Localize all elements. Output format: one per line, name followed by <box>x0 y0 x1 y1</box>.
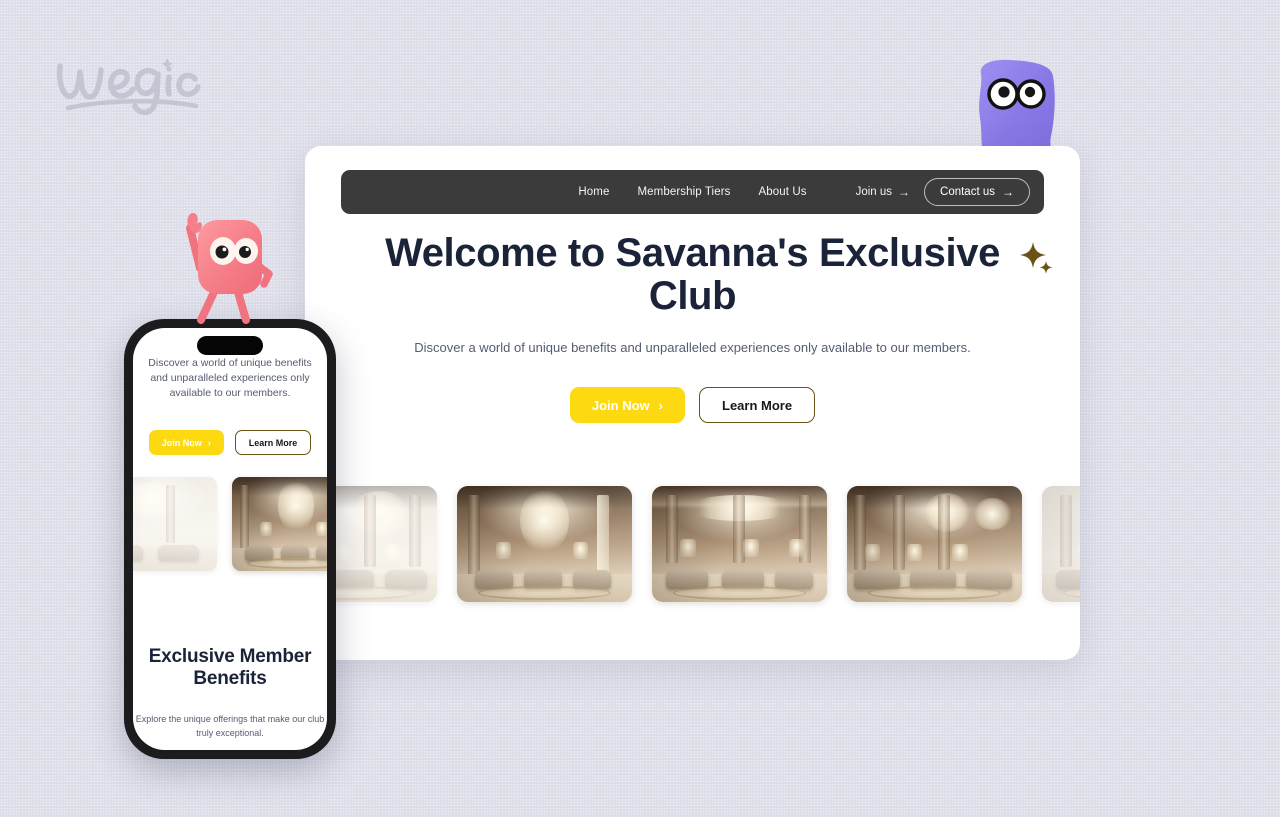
page-background: Home Membership Tiers About Us Join us →… <box>0 0 1280 817</box>
carousel-slide[interactable] <box>652 486 827 602</box>
hero-title-wrap: Welcome to Savanna's Exclusive Club <box>363 231 1052 319</box>
page-title: Welcome to Savanna's Exclusive Club <box>385 231 1000 319</box>
luxury-interior-image <box>847 486 1022 602</box>
phone-join-now-button[interactable]: Join Now › <box>148 430 224 455</box>
sparkle-icon <box>1017 238 1057 278</box>
wegic-logo <box>48 44 208 116</box>
hero-section: Welcome to Savanna's Exclusive Club Disc… <box>305 231 1080 424</box>
phone-join-now-label: Join Now <box>161 437 202 448</box>
nav-link-home[interactable]: Home <box>578 186 609 198</box>
contact-us-label: Contact us <box>940 186 995 198</box>
site-navbar: Home Membership Tiers About Us Join us →… <box>341 170 1044 214</box>
image-carousel[interactable] <box>305 484 1080 604</box>
phone-learn-more-button[interactable]: Learn More <box>234 430 312 455</box>
dynamic-island <box>197 336 263 355</box>
phone-image-carousel[interactable] <box>133 476 327 572</box>
nav-link-membership-tiers[interactable]: Membership Tiers <box>637 186 730 198</box>
luxury-interior-image <box>1042 486 1080 602</box>
hero-cta-group: Join Now › Learn More <box>305 387 1080 424</box>
learn-more-label: Learn More <box>722 397 793 413</box>
arrow-right-icon: → <box>1002 185 1014 199</box>
carousel-slide[interactable] <box>457 486 632 602</box>
hero-subtitle: Discover a world of unique benefits and … <box>414 340 971 356</box>
carousel-slide[interactable] <box>232 477 327 571</box>
phone-cta-group: Join Now › Learn More <box>133 430 327 455</box>
carousel-slide[interactable] <box>847 486 1022 602</box>
join-us-link[interactable]: Join us → <box>856 186 910 198</box>
nav-link-about-us[interactable]: About Us <box>758 186 806 198</box>
mobile-preview-device: Discover a world of unique benefits and … <box>124 319 336 759</box>
join-now-label: Join Now <box>591 397 650 413</box>
arrow-right-icon: → <box>898 185 911 199</box>
phone-section-heading: Exclusive Member Benefits <box>148 646 312 690</box>
carousel-slide[interactable] <box>1042 486 1080 602</box>
join-us-label: Join us <box>855 186 893 198</box>
phone-section-subtitle: Explore the unique offerings that make o… <box>135 714 325 739</box>
luxury-interior-image <box>133 477 217 571</box>
carousel-slide[interactable] <box>133 477 217 571</box>
phone-screen: Discover a world of unique benefits and … <box>133 328 327 750</box>
luxury-interior-image <box>652 486 827 602</box>
phone-hero-subtitle: Discover a world of unique benefits and … <box>148 357 312 400</box>
luxury-interior-image <box>457 486 632 602</box>
join-now-button[interactable]: Join Now › <box>569 387 686 424</box>
luxury-interior-image <box>232 477 327 571</box>
navbar-actions: Join us → Contact us → <box>856 178 1030 206</box>
desktop-preview-card: Home Membership Tiers About Us Join us →… <box>305 146 1080 660</box>
contact-us-button[interactable]: Contact us → <box>924 178 1030 206</box>
chevron-right-icon: › <box>207 437 211 448</box>
learn-more-button[interactable]: Learn More <box>699 387 816 424</box>
chevron-right-icon: › <box>658 397 664 413</box>
pink-square-mascot-waving <box>176 196 286 324</box>
phone-learn-more-label: Learn More <box>248 437 298 448</box>
